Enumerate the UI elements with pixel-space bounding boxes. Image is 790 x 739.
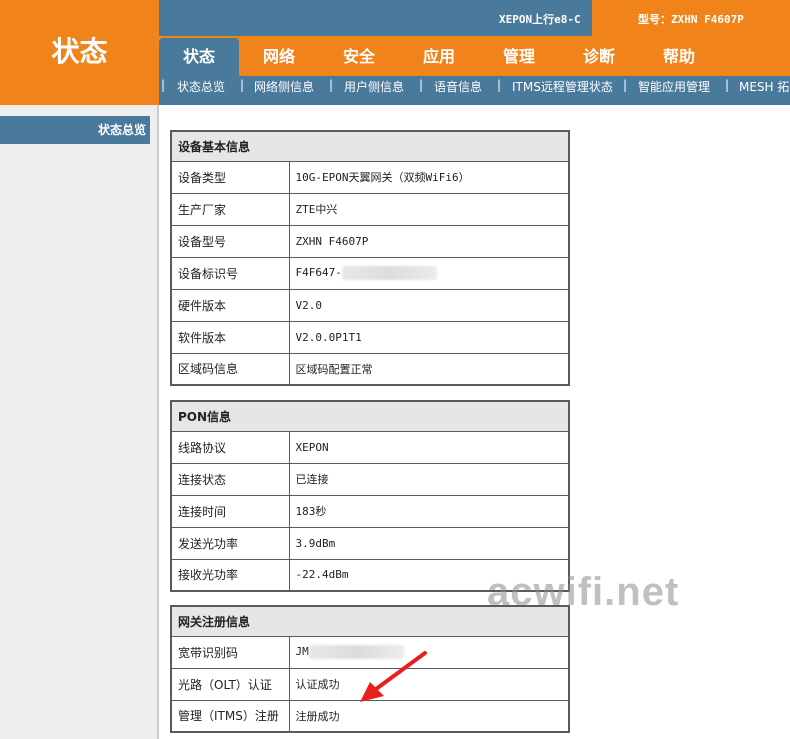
row-value: 区域码配置正常: [288, 352, 570, 386]
tab-network[interactable]: 网络: [239, 38, 319, 76]
row-value-container: F4F647-: [288, 256, 570, 290]
sub-nav-smart-app[interactable]: 智能应用管理: [638, 78, 710, 95]
logo-title: 状态: [51, 35, 108, 68]
sub-nav-separator: |: [240, 78, 245, 92]
sub-nav-separator: |: [329, 78, 334, 92]
row-value: 已连接: [288, 462, 570, 496]
table-row: 设备类型 10G-EPON天翼网关（双频WiFi6）: [170, 160, 570, 194]
broadband-id-value: JM: [295, 645, 309, 658]
row-label: 设备标识号: [170, 256, 290, 290]
sub-nav-mesh-topology[interactable]: MESH 拓扑图: [739, 78, 790, 95]
row-label: 接收光功率: [170, 558, 290, 592]
row-label: 宽带识别码: [170, 635, 290, 669]
tab-help[interactable]: 帮助: [639, 38, 719, 76]
redacted-blur: [341, 266, 437, 280]
annotation-arrow-icon: [360, 651, 427, 702]
table-row: 线路协议 XEPON: [170, 430, 570, 464]
sidebar-divider: [157, 105, 159, 739]
row-label: 设备类型: [170, 160, 290, 194]
brand-text: XEPON上行e8-C: [499, 13, 581, 26]
row-label: 硬件版本: [170, 288, 290, 322]
device-info-title: 设备基本信息: [170, 130, 570, 162]
sub-nav-user-info[interactable]: 用户侧信息: [344, 78, 404, 95]
row-label: 线路协议: [170, 430, 290, 464]
pon-info-table: PON信息 线路协议 XEPON 连接状态 已连接 连接时间 183秒 发送光功率 3.…: [170, 400, 570, 592]
row-label: 生产厂家: [170, 192, 290, 226]
sub-nav-separator: |: [161, 78, 166, 92]
device-id-value: F4F647-: [295, 266, 342, 279]
table-row: 设备型号 ZXHN F4607P: [170, 224, 570, 258]
table-row: 硬件版本 V2.0: [170, 288, 570, 322]
sub-nav-status-overview[interactable]: 状态总览: [177, 78, 225, 95]
row-label: 软件版本: [170, 320, 290, 354]
sidebar: 状态总览: [0, 105, 159, 739]
row-label: 光路（OLT）认证: [170, 667, 290, 701]
model-text: 型号：ZXHN F4607P: [638, 13, 744, 26]
row-value: V2.0.0P1T1: [288, 320, 570, 354]
tab-application[interactable]: 应用: [399, 38, 479, 76]
row-value: ZTE中兴: [288, 192, 570, 226]
watermark: acwifi.net: [487, 570, 680, 614]
sub-nav-separator: |: [497, 78, 502, 92]
row-value: 10G-EPON天翼网关（双频WiFi6）: [288, 160, 570, 194]
main-nav: 状态 网络 安全 应用 管理 诊断 帮助: [159, 36, 790, 76]
logo-area: 状态: [0, 0, 159, 105]
table-row: 发送光功率 3.9dBm: [170, 526, 570, 560]
table-row: 连接状态 已连接: [170, 462, 570, 496]
tab-management[interactable]: 管理: [479, 38, 559, 76]
pon-info-title: PON信息: [170, 400, 570, 432]
row-label: 设备型号: [170, 224, 290, 258]
table-row: 连接时间 183秒: [170, 494, 570, 528]
row-value: V2.0: [288, 288, 570, 322]
sub-nav-itms-status[interactable]: ITMS远程管理状态: [512, 78, 613, 95]
row-label: 连接状态: [170, 462, 290, 496]
sub-nav-voice-info[interactable]: 语音信息: [434, 78, 482, 95]
sub-nav-separator: |: [623, 78, 628, 92]
device-info-table: 设备基本信息 设备类型 10G-EPON天翼网关（双频WiFi6） 生产厂家 ZTE…: [170, 130, 570, 386]
tab-security[interactable]: 安全: [319, 38, 399, 76]
table-row: 设备标识号 F4F647-: [170, 256, 570, 290]
row-label: 区域码信息: [170, 352, 290, 386]
row-label: 管理（ITMS）注册: [170, 699, 290, 733]
table-row: 软件版本 V2.0.0P1T1: [170, 320, 570, 354]
sidebar-item-status-overview[interactable]: 状态总览: [0, 116, 150, 144]
row-value: ZXHN F4607P: [288, 224, 570, 258]
row-value: XEPON: [288, 430, 570, 464]
sub-nav-separator: |: [725, 78, 730, 92]
sub-nav-separator: |: [419, 78, 424, 92]
tab-diagnosis[interactable]: 诊断: [559, 38, 639, 76]
row-label: 发送光功率: [170, 526, 290, 560]
table-row: 生产厂家 ZTE中兴: [170, 192, 570, 226]
row-label: 连接时间: [170, 494, 290, 528]
model-badge: 型号：ZXHN F4607P: [592, 0, 790, 36]
row-value: 3.9dBm: [288, 526, 570, 560]
sub-nav: | 状态总览 | 网络侧信息 | 用户侧信息 | 语音信息 | ITMS远程管理…: [159, 76, 790, 105]
row-value: 183秒: [288, 494, 570, 528]
table-row: 区域码信息 区域码配置正常: [170, 352, 570, 386]
sub-nav-network-info[interactable]: 网络侧信息: [254, 78, 314, 95]
tab-status[interactable]: 状态: [159, 38, 239, 76]
